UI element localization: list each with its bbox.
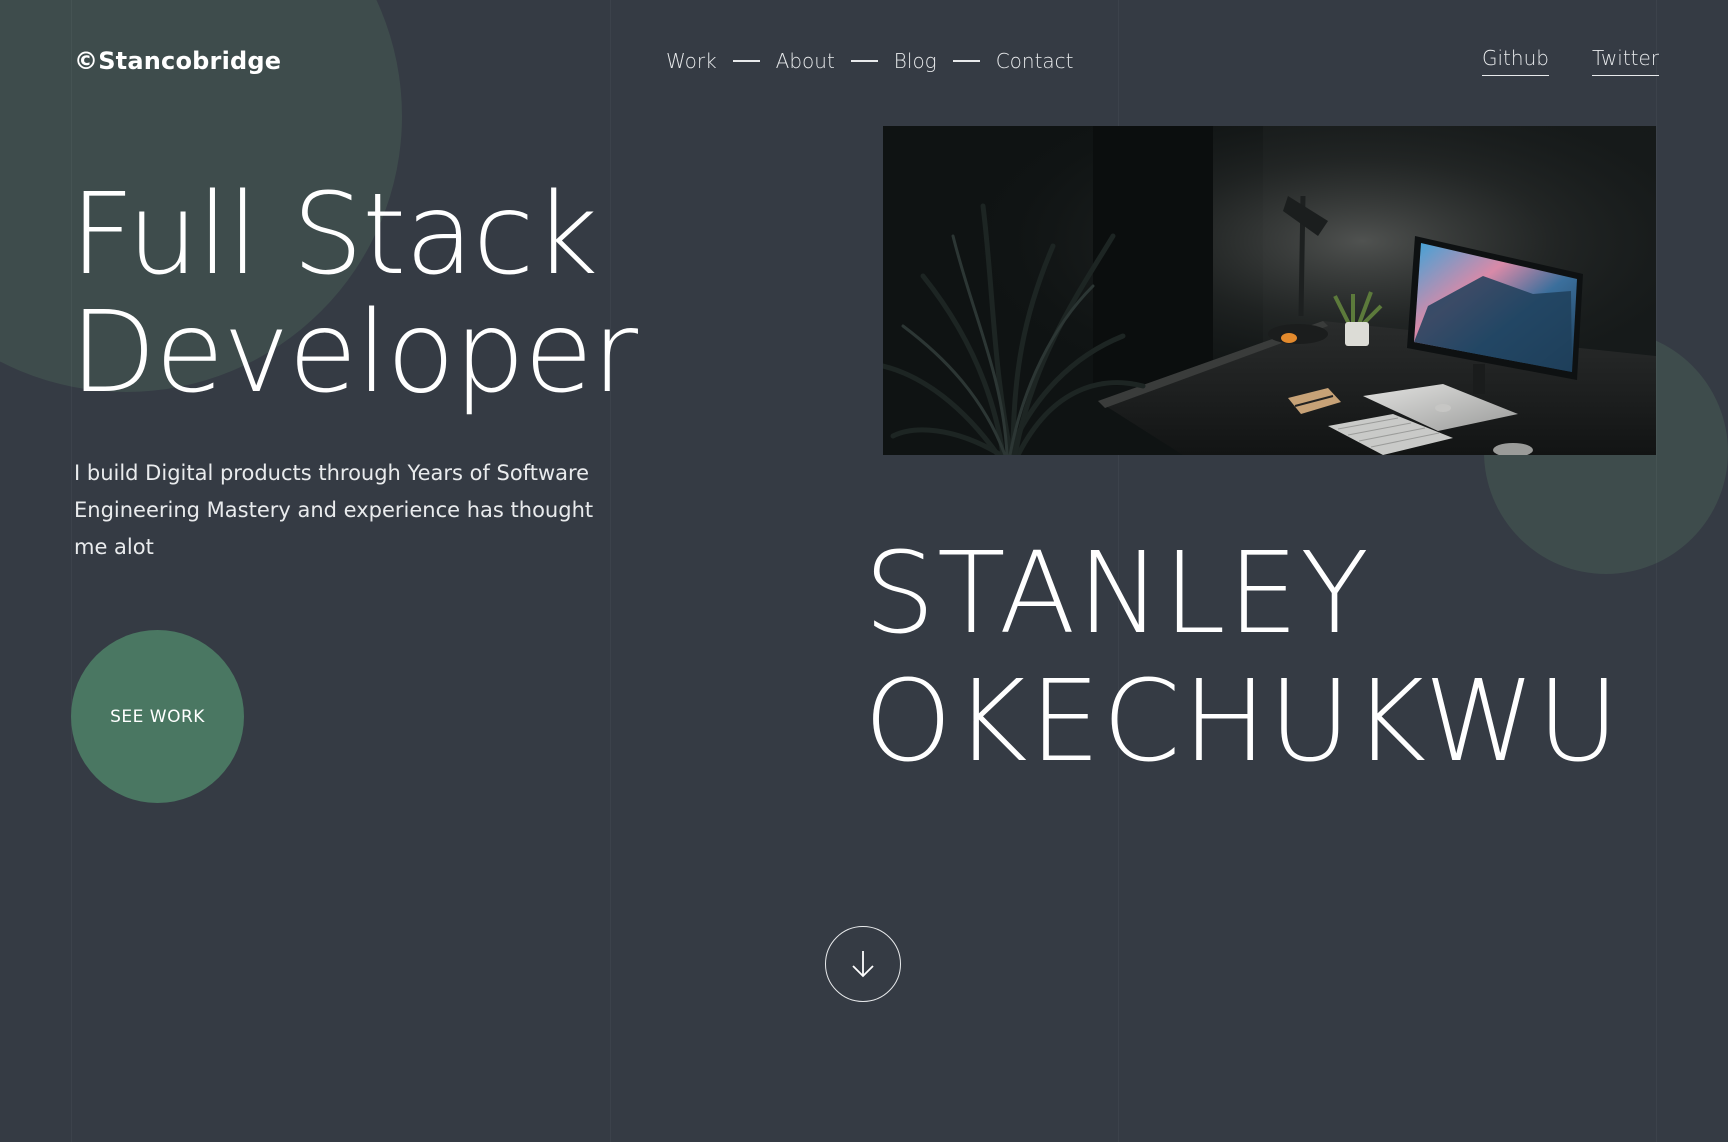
grid-guide-line xyxy=(1656,0,1657,1142)
desk-scene-illustration xyxy=(883,126,1656,455)
nav-separator xyxy=(850,60,878,62)
hero-title-line-1: Full Stack xyxy=(70,170,598,300)
nav-link-blog[interactable]: Blog xyxy=(894,49,937,73)
grid-guide-line xyxy=(610,0,611,1142)
hero-title: Full Stack Developer xyxy=(70,170,638,418)
twitter-link[interactable]: Twitter xyxy=(1592,46,1660,76)
see-work-button[interactable]: SEE WORK xyxy=(71,630,244,803)
hero-title-line-2: Developer xyxy=(70,288,638,418)
arrow-down-icon xyxy=(852,951,874,978)
nav-separator xyxy=(952,60,980,62)
developer-name: STANLEY OKECHUKWU xyxy=(864,530,1621,786)
main-nav: Work About Blog Contact xyxy=(666,49,1074,73)
nav-link-work[interactable]: Work xyxy=(666,49,717,73)
developer-last-name: OKECHUKWU xyxy=(864,657,1621,787)
developer-first-name: STANLEY xyxy=(864,529,1371,659)
site-logo[interactable]: ©Stancobridge xyxy=(74,47,281,75)
nav-link-contact[interactable]: Contact xyxy=(996,49,1074,73)
page: ©Stancobridge Work About Blog Contact Gi… xyxy=(0,0,1728,1142)
scroll-down-button[interactable] xyxy=(825,926,901,1002)
nav-link-about[interactable]: About xyxy=(776,49,835,73)
hero-description: I build Digital products through Years o… xyxy=(74,461,594,559)
hero-image xyxy=(883,126,1656,455)
github-link[interactable]: Github xyxy=(1482,46,1549,76)
nav-separator xyxy=(732,60,760,62)
